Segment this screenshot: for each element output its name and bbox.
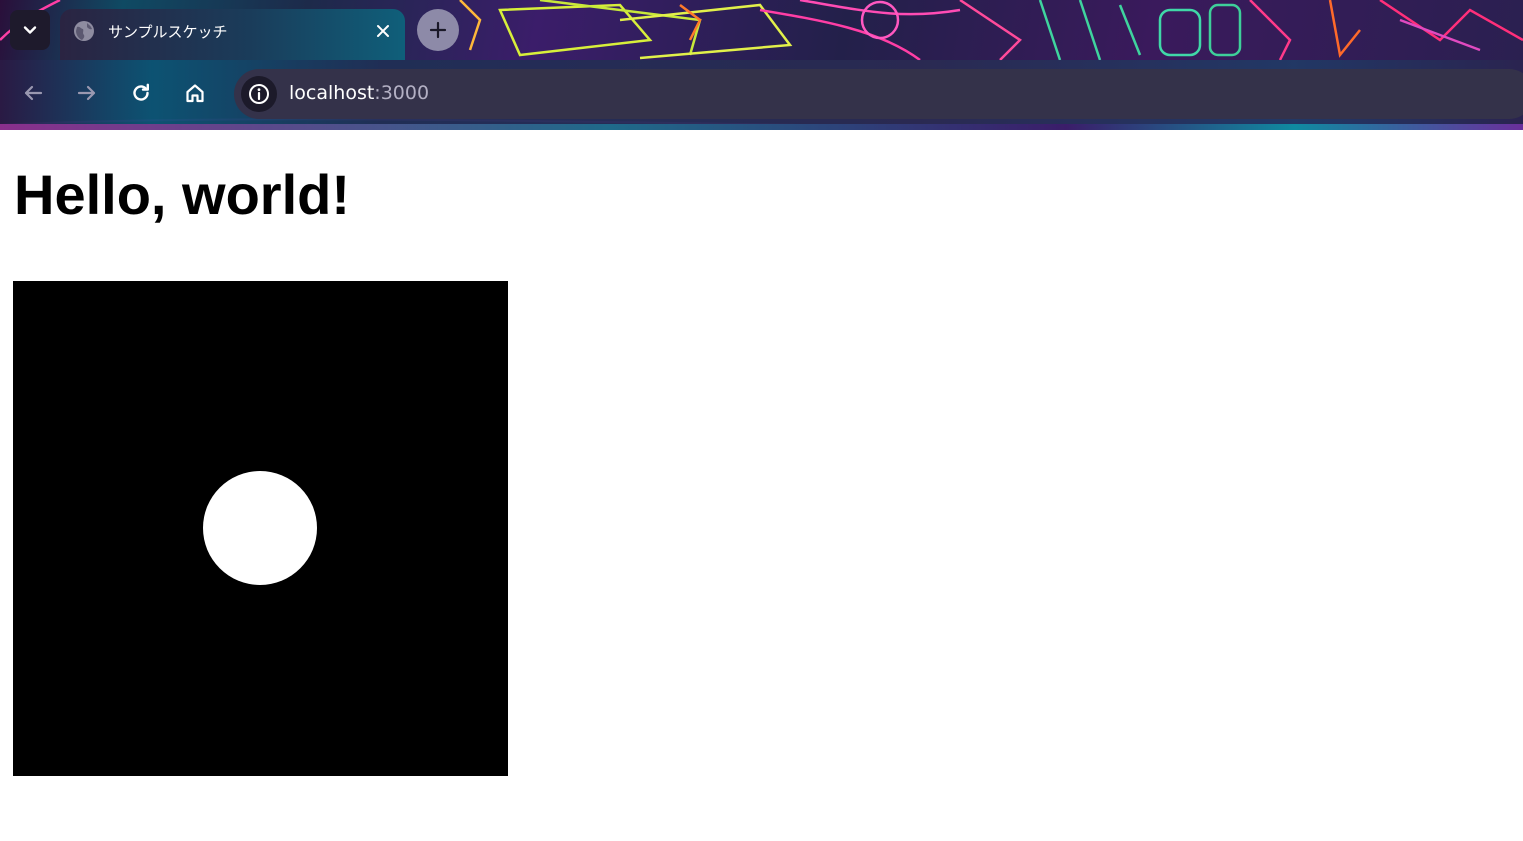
globe-icon <box>74 21 94 41</box>
sketch-canvas[interactable] <box>13 281 508 776</box>
address-bar[interactable]: localhost:3000 <box>234 69 1523 119</box>
chevron-down-icon <box>23 26 37 34</box>
tab-active[interactable]: サンプルスケッチ <box>60 9 405 60</box>
toolbar-bottom-edge <box>0 124 1523 130</box>
arrow-right-icon <box>77 85 96 101</box>
info-icon <box>249 84 269 104</box>
url-port: :3000 <box>374 82 430 104</box>
back-button[interactable] <box>13 73 53 113</box>
home-icon <box>186 84 204 103</box>
browser-chrome: サンプルスケッチ localhost:3000 <box>0 0 1523 130</box>
forward-button[interactable] <box>67 73 107 113</box>
sketch-circle <box>203 471 317 585</box>
web-page-content: Hello, world! <box>0 131 1523 841</box>
plus-icon <box>429 21 447 39</box>
home-button[interactable] <box>175 73 215 113</box>
tab-title: サンプルスケッチ <box>108 23 228 41</box>
tab-close-button[interactable] <box>371 19 395 43</box>
page-heading: Hello, world! <box>14 163 350 226</box>
close-icon <box>377 25 389 37</box>
url-text: localhost:3000 <box>289 82 429 104</box>
url-host: localhost <box>289 82 375 104</box>
reload-icon <box>133 83 149 101</box>
reload-button[interactable] <box>121 73 161 113</box>
tab-strip: サンプルスケッチ <box>0 0 1523 60</box>
arrow-left-icon <box>24 85 43 101</box>
tab-search-button[interactable] <box>10 10 50 50</box>
new-tab-button[interactable] <box>417 9 459 51</box>
site-info-button[interactable] <box>241 76 277 112</box>
browser-toolbar: localhost:3000 <box>0 60 1523 130</box>
